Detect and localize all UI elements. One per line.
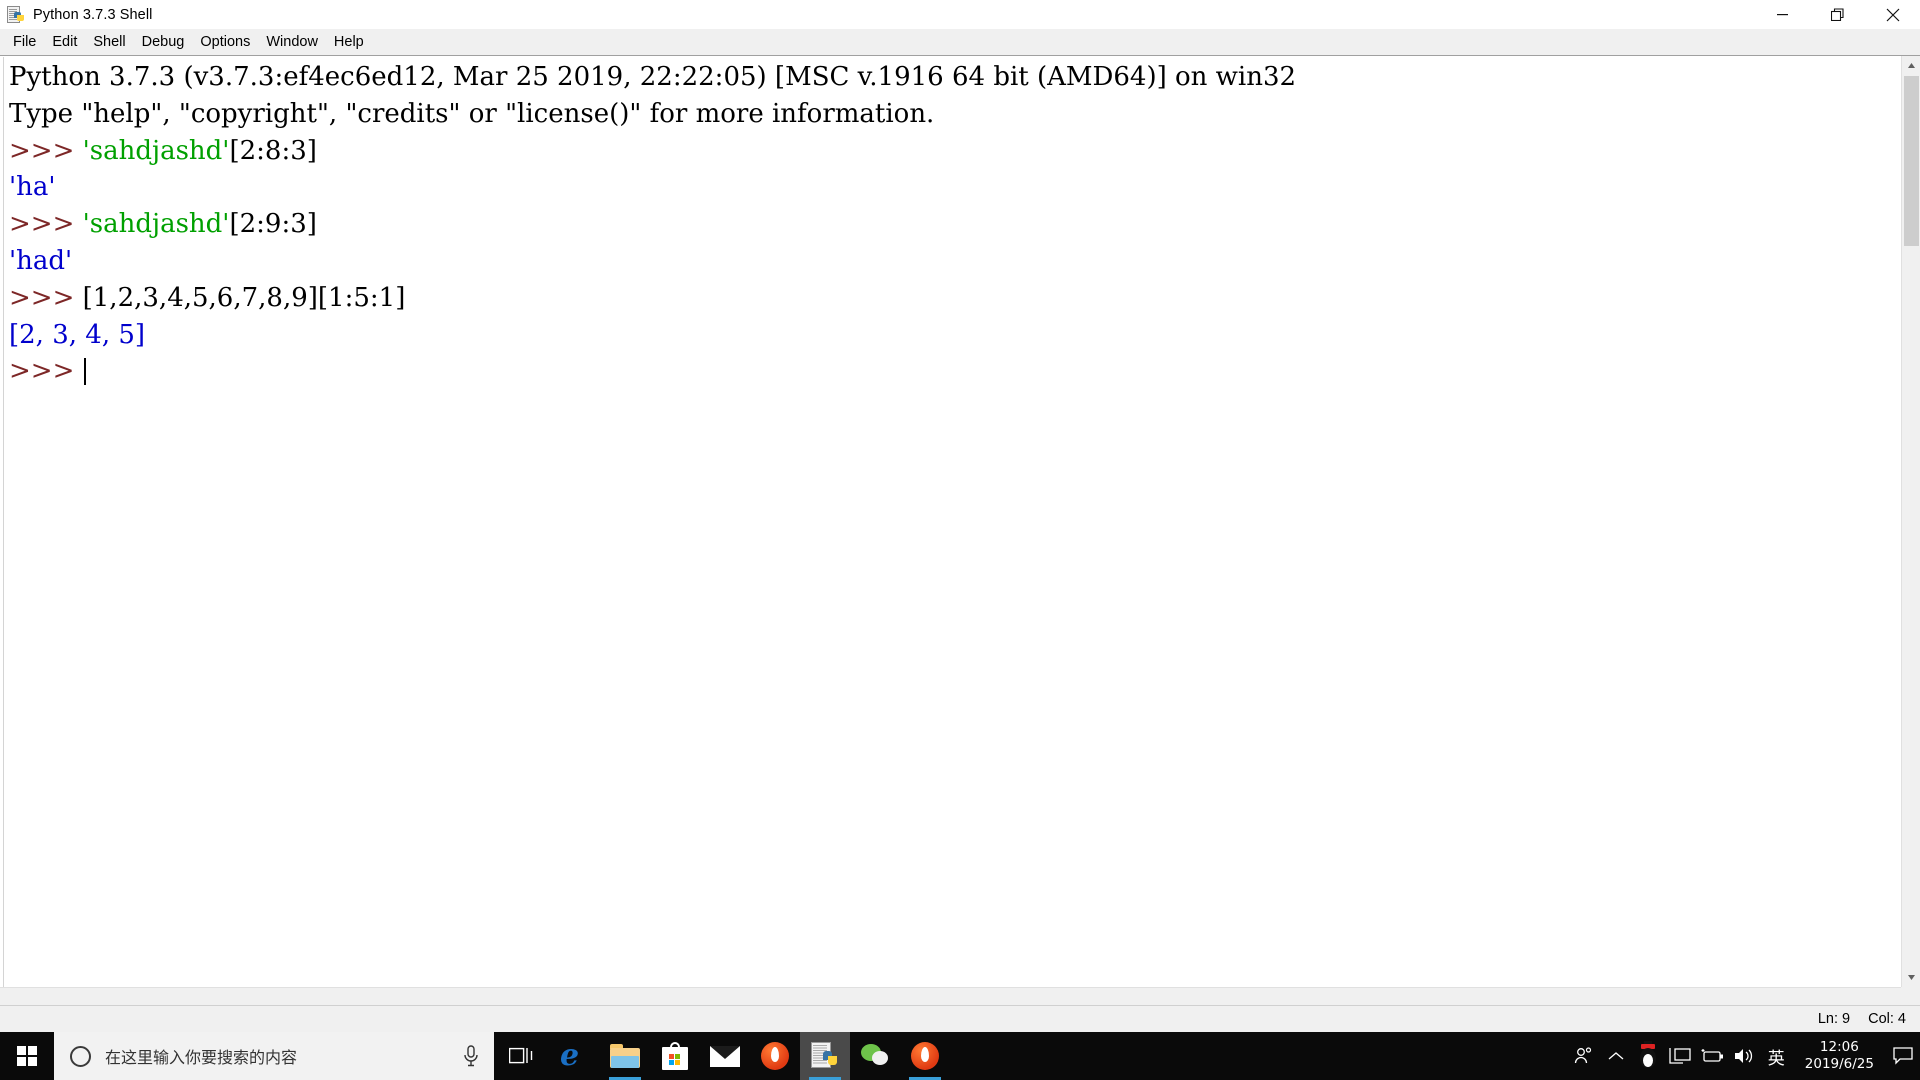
- window-title: Python 3.7.3 Shell: [33, 6, 153, 23]
- clock-date: 2019/6/25: [1804, 1056, 1874, 1072]
- scroll-up-arrow[interactable]: [1902, 56, 1920, 75]
- shell-text-area[interactable]: Python 3.7.3 (v3.7.3:ef4ec6ed12, Mar 25 …: [3, 57, 1901, 987]
- python-idle-icon: [6, 5, 26, 25]
- taskbar-app-burning-app-2[interactable]: [900, 1032, 950, 1080]
- taskbar-app-burning-app[interactable]: [750, 1032, 800, 1080]
- python-idle-icon: [811, 1042, 839, 1070]
- microphone-icon[interactable]: [462, 1045, 480, 1067]
- shell-segment-plain: Python 3.7.3 (v3.7.3:ef4ec6ed12, Mar 25 …: [9, 62, 1297, 92]
- shell-segment-output: [2, 3, 4, 5]: [9, 319, 146, 350]
- taskbar-search-box[interactable]: 在这里输入你要搜索的内容: [54, 1032, 494, 1080]
- shell-line: >>> [1,2,3,4,5,6,7,8,9][1:5:1]: [9, 280, 1901, 317]
- menu-item-shell[interactable]: Shell: [85, 31, 133, 53]
- shell-line: >>>: [9, 353, 1901, 390]
- shell-segment-plain: [2:9:3]: [229, 209, 317, 240]
- taskbar-app-python-idle[interactable]: [800, 1032, 850, 1080]
- mail-icon: [710, 1045, 740, 1067]
- taskbar-app-buttons: e: [550, 1032, 950, 1080]
- task-view-button[interactable]: [494, 1032, 550, 1080]
- search-input[interactable]: 在这里输入你要搜索的内容: [105, 1044, 448, 1068]
- flame-icon: [911, 1042, 939, 1070]
- notifications-icon[interactable]: [1886, 1032, 1920, 1080]
- monitor-icon[interactable]: [1664, 1032, 1696, 1080]
- window-controls: [1755, 0, 1920, 29]
- taskbar-app-wechat[interactable]: [850, 1032, 900, 1080]
- shell-segment-output: 'had': [9, 245, 73, 276]
- taskbar-app-mail[interactable]: [700, 1032, 750, 1080]
- ime-indicator[interactable]: 英: [1760, 1044, 1793, 1069]
- window-title-bar: Python 3.7.3 Shell: [0, 0, 1920, 29]
- taskbar-clock[interactable]: 12:06 2019/6/25: [1793, 1032, 1886, 1080]
- shell-line: >>> 'sahdjashd'[2:9:3]: [9, 206, 1901, 243]
- menu-item-debug[interactable]: Debug: [134, 31, 193, 53]
- shell-segment-output: 'ha': [9, 172, 56, 203]
- speaker-icon[interactable]: [1728, 1032, 1760, 1080]
- horizontal-scrollbar[interactable]: [0, 987, 1901, 1005]
- menu-item-window[interactable]: Window: [258, 31, 326, 53]
- windows-logo-icon: [17, 1046, 37, 1066]
- shell-segment-plain: Type "help", "copyright", "credits" or "…: [9, 98, 935, 129]
- status-bar: Ln: 9 Col: 4: [0, 1005, 1920, 1032]
- shell-line: 'ha': [9, 169, 1901, 206]
- shell-line: 'had': [9, 243, 1901, 280]
- taskbar: 在这里输入你要搜索的内容 e 英 12:06 2019/6/25: [0, 1032, 1920, 1080]
- close-button[interactable]: [1865, 0, 1920, 29]
- desktop: Python 3.7.3 Shell File Edit Shell Debug: [0, 0, 1920, 1080]
- menu-item-options[interactable]: Options: [192, 31, 258, 53]
- shell-line: [2, 3, 4, 5]: [9, 317, 1901, 354]
- shell-segment-prompt: >>>: [9, 356, 83, 387]
- status-column-indicator: Col: 4: [1868, 1011, 1906, 1027]
- shell-segment-string: 'sahdjashd': [82, 135, 230, 166]
- taskbar-app-microsoft-store[interactable]: [650, 1032, 700, 1080]
- menu-item-edit[interactable]: Edit: [44, 31, 85, 53]
- vertical-scrollbar[interactable]: [1901, 56, 1920, 987]
- flame-icon: [761, 1042, 789, 1070]
- store-icon: [662, 1042, 688, 1070]
- restore-button[interactable]: [1810, 0, 1865, 29]
- menu-bar: File Edit Shell Debug Options Window Hel…: [0, 29, 1920, 55]
- clock-time: 12:06: [1819, 1039, 1859, 1055]
- shell-segment-plain: [1,2,3,4,5,6,7,8,9][1:5:1]: [82, 282, 406, 313]
- shell-segment-plain: [2:8:3]: [229, 135, 317, 166]
- scroll-down-arrow[interactable]: [1902, 968, 1920, 987]
- shell-panel: Python 3.7.3 (v3.7.3:ef4ec6ed12, Mar 25 …: [0, 55, 1920, 1005]
- edge-icon: e: [560, 1038, 580, 1073]
- cortana-circle-icon: [70, 1045, 91, 1067]
- minimize-button[interactable]: [1755, 0, 1810, 29]
- taskbar-app-file-explorer[interactable]: [600, 1032, 650, 1080]
- chevron-up-icon[interactable]: [1600, 1032, 1632, 1080]
- penguin-icon[interactable]: [1632, 1032, 1664, 1080]
- shell-segment-prompt: >>>: [9, 282, 83, 313]
- status-line-indicator: Ln: 9: [1817, 1011, 1851, 1027]
- shell-line: Python 3.7.3 (v3.7.3:ef4ec6ed12, Mar 25 …: [9, 59, 1901, 96]
- shell-segment-prompt: >>>: [9, 209, 83, 240]
- shell-line: >>> 'sahdjashd'[2:8:3]: [9, 133, 1901, 170]
- scrollbar-corner: [1901, 987, 1920, 1005]
- people-icon[interactable]: [1568, 1032, 1600, 1080]
- folder-icon: [610, 1044, 640, 1068]
- shell-line: Type "help", "copyright", "credits" or "…: [9, 96, 1901, 133]
- taskbar-app-microsoft-edge[interactable]: e: [550, 1032, 600, 1080]
- shell-segment-string: 'sahdjashd': [82, 209, 230, 240]
- menu-item-file[interactable]: File: [5, 31, 44, 53]
- battery-icon[interactable]: [1696, 1032, 1728, 1080]
- vertical-scrollbar-thumb[interactable]: [1904, 76, 1919, 246]
- menu-item-help[interactable]: Help: [326, 31, 372, 53]
- wechat-icon: [861, 1044, 889, 1068]
- shell-segment-prompt: >>>: [9, 135, 83, 166]
- start-button[interactable]: [0, 1032, 54, 1080]
- text-caret: [83, 358, 86, 386]
- system-tray: 英 12:06 2019/6/25: [1568, 1032, 1920, 1080]
